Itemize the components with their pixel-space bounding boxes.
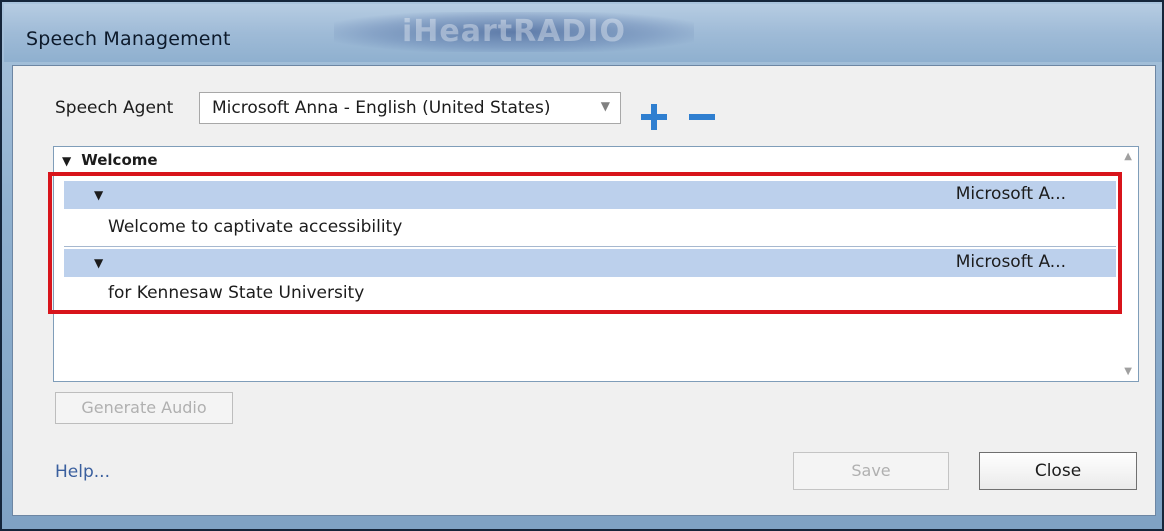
dialog-window: iHeartRADIO Speech Management Speech Age…	[0, 0, 1164, 531]
generate-audio-button[interactable]: Generate Audio	[55, 392, 233, 424]
speech-agent-value: Microsoft Anna - English (United States)	[212, 98, 551, 118]
title-bar[interactable]: iHeartRADIO Speech Management	[4, 4, 1162, 62]
scroll-up-arrow-icon[interactable]: ▲	[1124, 151, 1132, 162]
help-link[interactable]: Help...	[55, 462, 110, 482]
expand-triangle-icon[interactable]: ▼	[94, 256, 103, 270]
speech-agent-dropdown[interactable]: Microsoft Anna - English (United States)…	[199, 92, 621, 124]
save-button[interactable]: Save	[793, 452, 949, 490]
speech-item-header[interactable]: ▼ Microsoft A...	[64, 249, 1116, 277]
expand-triangle-icon[interactable]: ▼	[62, 154, 71, 168]
close-button[interactable]: Close	[979, 452, 1137, 490]
speech-agent-label: Speech Agent	[55, 98, 174, 118]
add-speech-button[interactable]	[641, 104, 667, 130]
speech-item-text[interactable]: for Kennesaw State University	[108, 283, 364, 303]
speech-item-text[interactable]: Welcome to captivate accessibility	[108, 217, 402, 237]
background-brand-logo: iHeartRADIO	[334, 12, 694, 52]
speech-item-header[interactable]: ▼ Microsoft A...	[64, 181, 1116, 209]
tree-group-welcome[interactable]: ▼ Welcome	[62, 151, 158, 169]
tree-group-label: Welcome	[81, 151, 158, 169]
dialog-body: Speech Agent Microsoft Anna - English (U…	[12, 65, 1156, 516]
speech-item-agent: Microsoft A...	[955, 252, 1066, 272]
chevron-down-icon: ▼	[600, 99, 610, 113]
expand-triangle-icon[interactable]: ▼	[94, 188, 103, 202]
speech-item-agent: Microsoft A...	[955, 184, 1066, 204]
scroll-down-arrow-icon[interactable]: ▼	[1124, 366, 1132, 377]
plus-icon-stroke	[651, 104, 657, 130]
window-title: Speech Management	[26, 28, 231, 50]
remove-speech-button[interactable]	[689, 104, 715, 130]
speech-tree-list[interactable]: ▲ ▼ Welcome ▼ Microsoft A... Welcome to c…	[53, 146, 1139, 382]
row-divider	[64, 246, 1116, 247]
minus-icon	[689, 114, 715, 120]
